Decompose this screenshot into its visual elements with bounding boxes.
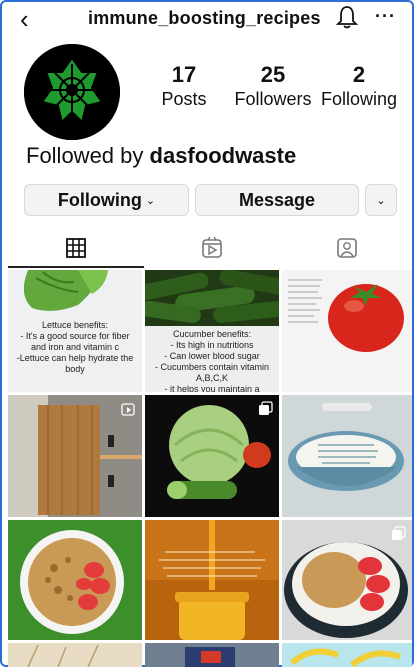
followed-by-text[interactable]: Followed by dasfoodwaste [26,142,296,170]
stat-posts-count: 17 [171,62,197,87]
stat-following-count: 2 [352,62,366,87]
more-horizontal-icon[interactable]: ··· [375,6,396,27]
stat-following[interactable]: 2 Following [318,62,400,110]
followed-by-name: dasfoodwaste [149,143,297,168]
post-honey-image [145,520,279,640]
post-granola-image [8,520,142,640]
stat-followers-label: Followers [234,89,312,109]
post-cucumber[interactable]: Cucumber benefits: - Its high in nutriti… [145,270,279,392]
chevron-down-icon: ⌄ [376,194,386,207]
post-oats-image [8,643,142,667]
post-granola-bowl-2[interactable] [282,520,412,640]
suggested-accounts-button[interactable]: ⌄ [365,184,397,216]
post-cucumber-caption: Cucumber benefits: - Its high in nutriti… [145,326,279,392]
avatar[interactable] [24,44,120,140]
tagged-icon[interactable] [333,234,361,262]
multiple-images-icon [259,401,273,415]
post-tomato-image [282,270,412,392]
post-wooden-board[interactable] [8,395,142,517]
caption-line: Lettuce benefits: [41,320,109,330]
reels-icon [121,403,135,416]
post-tomato[interactable] [282,270,412,392]
multiple-images-icon [392,526,406,540]
posts-grid: Lettuce benefits: - It's a good source f… [8,270,412,667]
stat-following-label: Following [320,89,398,109]
chevron-left-icon[interactable]: ‹ [20,6,29,32]
following-button[interactable]: Following ⌄ [24,184,189,216]
caption-line: - Can lower blood sugar [164,351,260,361]
caption-line: - It's a good source for fiber [20,331,130,341]
post-yogurt-image [282,395,412,517]
post-honey[interactable] [145,520,279,640]
post-jar[interactable] [145,643,279,667]
caption-line: - Cucumbers contain vitamin [154,362,270,372]
post-yogurt-bowl[interactable] [282,395,412,517]
profile-username: immune_boosting_recipes [88,8,321,28]
caption-line: -Lettuce can help hydrate the [16,353,134,363]
stat-followers[interactable]: 25 Followers [230,62,316,110]
caption-line: Cucumber benefits: [172,329,252,339]
avatar-pattern [24,44,120,140]
caption-line: A,B,C,K [195,373,228,383]
message-button-label: Message [238,189,316,210]
post-oats[interactable] [8,643,142,667]
message-button[interactable]: Message [195,184,359,216]
chevron-down-icon: ⌄ [145,194,156,207]
post-bananas-image [282,643,412,667]
caption-line: - Its high in nutritions [170,340,254,350]
reels-icon[interactable] [198,234,226,262]
post-lettuce-caption: Lettuce benefits: - It's a good source f… [8,320,142,375]
caption-line: and iron and vitamin c [30,342,120,352]
stat-posts[interactable]: 17 Posts [158,62,210,110]
post-jar-image [145,643,279,667]
following-button-label: Following [57,189,142,210]
caption-line: - it helps you maintain a [164,384,260,392]
grid-icon[interactable] [62,234,90,262]
top-bar: ‹ immune_boosting_recipes ··· [0,0,414,40]
stat-posts-label: Posts [161,89,207,109]
profile-tabs [0,228,414,268]
bell-icon[interactable] [336,4,358,30]
caption-line: body [65,364,85,374]
active-tab-indicator [8,266,144,268]
post-granola-bowl[interactable] [8,520,142,640]
followed-by-prefix: Followed by [26,143,150,168]
post-lettuce[interactable]: Lettuce benefits: - It's a good source f… [8,270,142,392]
post-cabbage[interactable] [145,395,279,517]
stat-followers-count: 25 [260,62,286,87]
post-bananas[interactable] [282,643,412,667]
